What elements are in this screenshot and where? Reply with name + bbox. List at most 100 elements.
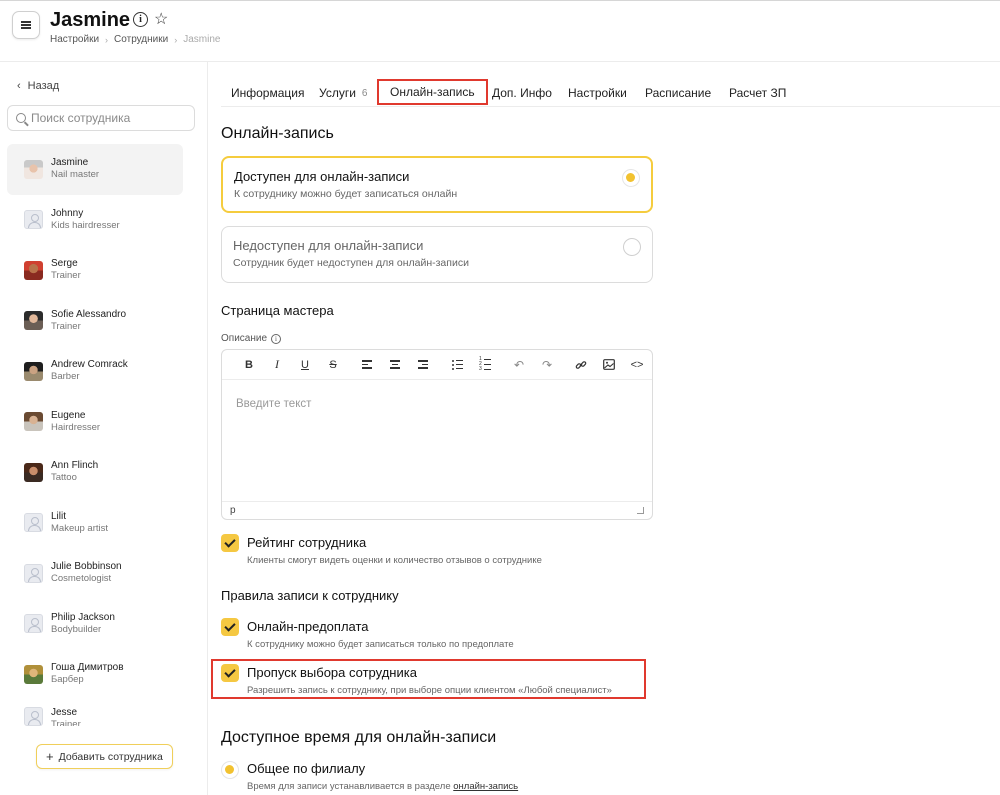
employee-item[interactable]: Philip Jackson Bodybuilder bbox=[7, 599, 183, 650]
underline-icon[interactable]: U bbox=[291, 350, 319, 380]
employee-role: Tattoo bbox=[51, 472, 77, 484]
employee-item[interactable]: Andrew Comrack Barber bbox=[7, 346, 183, 397]
search-input[interactable] bbox=[31, 111, 191, 125]
option-title: Доступен для онлайн-записи bbox=[234, 169, 410, 184]
online-booking-link[interactable]: онлайн-запись bbox=[453, 781, 518, 792]
top-bar: Jasmine i ☆ Настройки › Сотрудники › Jas… bbox=[0, 0, 1000, 62]
employee-name: Sofie Alessandro bbox=[51, 308, 127, 320]
employee-role: Барбер bbox=[51, 674, 84, 686]
employee-item[interactable]: Ann Flinch Tattoo bbox=[7, 447, 183, 498]
italic-icon[interactable]: I bbox=[263, 350, 291, 380]
employee-item[interactable]: Jesse Trainer bbox=[7, 700, 183, 726]
editor-textarea[interactable]: Введите текст bbox=[222, 380, 652, 501]
tab-label: Услуги bbox=[319, 86, 356, 100]
strikethrough-icon[interactable]: S bbox=[319, 350, 347, 380]
employee-name: Eugene bbox=[51, 409, 86, 421]
available-time-heading: Доступное время для онлайн-записи bbox=[221, 729, 497, 746]
branch-time-option[interactable]: Общее по филиалу Время для записи устана… bbox=[221, 760, 518, 792]
numbered-list-icon[interactable]: 123 bbox=[471, 350, 499, 380]
tab-bar: Информация Услуги 6 Онлайн-запись Доп. Ин… bbox=[221, 79, 1000, 107]
employee-name: Lilit bbox=[51, 510, 67, 522]
tab-settings[interactable]: Настройки bbox=[568, 79, 627, 107]
skip-selection-checkbox-row[interactable]: Пропуск выбора сотрудника Разрешить запи… bbox=[221, 664, 612, 696]
tab-salary[interactable]: Расчет ЗП bbox=[729, 79, 786, 107]
radio-selected[interactable] bbox=[221, 761, 239, 779]
avatar bbox=[24, 311, 43, 331]
employee-role: Bodybuilder bbox=[51, 623, 102, 635]
employee-item[interactable]: Lilit Makeup artist bbox=[7, 498, 183, 549]
employee-item[interactable]: Eugene Hairdresser bbox=[7, 397, 183, 448]
employee-role: Trainer bbox=[51, 718, 81, 726]
prepay-checkbox[interactable] bbox=[221, 618, 239, 636]
breadcrumb-current: Jasmine bbox=[183, 34, 221, 45]
employee-name: Jasmine bbox=[51, 157, 89, 169]
redo-icon[interactable]: ↷ bbox=[533, 350, 561, 380]
star-icon[interactable]: ☆ bbox=[154, 12, 168, 28]
tab-online-booking[interactable]: Онлайн-запись bbox=[377, 79, 488, 105]
tab-label: Настройки bbox=[568, 86, 627, 100]
avatar bbox=[24, 706, 43, 726]
employee-role: Trainer bbox=[51, 270, 81, 282]
skip-selection-desc: Разрешить запись к сотруднику, при выбор… bbox=[247, 685, 612, 696]
code-icon[interactable]: <> bbox=[623, 350, 651, 380]
skip-selection-title: Пропуск выбора сотрудника bbox=[247, 665, 417, 680]
rating-checkbox-row[interactable]: Рейтинг сотрудника Клиенты смогут видеть… bbox=[221, 534, 542, 566]
employee-item[interactable]: Johnny Kids hairdresser bbox=[7, 195, 183, 246]
resize-handle-icon[interactable] bbox=[637, 507, 644, 514]
unavailable-option-card[interactable]: Недоступен для онлайн-записи Сотрудник б… bbox=[221, 226, 653, 283]
option-desc: Сотрудник будет недоступен для онлайн-за… bbox=[233, 257, 469, 269]
add-employee-button[interactable]: + Добавить сотрудника bbox=[36, 744, 173, 769]
breadcrumb-employees[interactable]: Сотрудники bbox=[114, 34, 168, 45]
tab-info[interactable]: Информация bbox=[231, 79, 304, 107]
bullet-list-icon[interactable] bbox=[443, 350, 471, 380]
menu-button[interactable] bbox=[12, 11, 40, 39]
rating-checkbox[interactable] bbox=[221, 534, 239, 552]
editor-placeholder: Введите текст bbox=[236, 398, 312, 410]
undo-icon[interactable]: ↶ bbox=[505, 350, 533, 380]
option-title: Недоступен для онлайн-записи bbox=[233, 238, 424, 253]
avatar bbox=[24, 210, 43, 230]
employee-name: Гоша Димитров bbox=[51, 662, 124, 674]
avatar bbox=[24, 361, 43, 381]
employee-role: Barber bbox=[51, 371, 80, 383]
employee-role: Kids hairdresser bbox=[51, 219, 120, 231]
info-icon[interactable]: i bbox=[271, 333, 282, 344]
employee-name: Serge bbox=[51, 258, 78, 270]
link-icon[interactable] bbox=[567, 350, 595, 380]
avatar bbox=[24, 614, 43, 634]
avatar bbox=[24, 664, 43, 684]
prepay-checkbox-row[interactable]: Онлайн-предоплата К сотруднику можно буд… bbox=[221, 618, 514, 650]
available-option-card[interactable]: Доступен для онлайн-записи К сотруднику … bbox=[221, 156, 653, 213]
image-icon[interactable] bbox=[595, 350, 623, 380]
back-link[interactable]: ‹ Назад bbox=[17, 80, 59, 92]
employee-item[interactable]: Jasmine Nail master bbox=[7, 144, 183, 195]
radio-unselected[interactable] bbox=[623, 238, 641, 256]
avatar bbox=[24, 159, 43, 179]
bold-icon[interactable]: B bbox=[235, 350, 263, 380]
info-icon[interactable]: i bbox=[133, 12, 148, 27]
align-center-icon[interactable] bbox=[381, 350, 409, 380]
tab-services[interactable]: Услуги 6 bbox=[319, 79, 367, 107]
sidebar: ‹ Назад JasmineNail master JohnnyKids ha… bbox=[0, 62, 208, 795]
breadcrumb: Настройки › Сотрудники › Jasmine bbox=[50, 34, 220, 45]
employee-item[interactable]: Sofie Alessandro Trainer bbox=[7, 296, 183, 347]
breadcrumb-settings[interactable]: Настройки bbox=[50, 34, 99, 45]
tab-schedule[interactable]: Расписание bbox=[645, 79, 711, 107]
align-right-icon[interactable] bbox=[409, 350, 437, 380]
tab-extra-info[interactable]: Доп. Инфо bbox=[492, 79, 552, 107]
rating-title: Рейтинг сотрудника bbox=[247, 535, 367, 550]
section-heading: Онлайн-запись bbox=[221, 125, 334, 142]
chevron-left-icon: ‹ bbox=[17, 80, 21, 92]
tab-label: Расписание bbox=[645, 86, 712, 100]
align-left-icon[interactable] bbox=[353, 350, 381, 380]
employee-list: Jasmine Nail master Johnny Kids hairdresse… bbox=[7, 144, 183, 726]
avatar bbox=[24, 462, 43, 482]
radio-selected[interactable] bbox=[622, 169, 640, 187]
employee-item[interactable]: Serge Trainer bbox=[7, 245, 183, 296]
editor-path: p bbox=[230, 505, 236, 516]
employee-item[interactable]: Гоша Димитров Барбер bbox=[7, 649, 183, 700]
search-box bbox=[7, 105, 195, 131]
menu-icon bbox=[21, 21, 31, 29]
skip-selection-checkbox[interactable] bbox=[221, 664, 239, 682]
employee-item[interactable]: Julie Bobbinson Cosmetologist bbox=[7, 548, 183, 599]
